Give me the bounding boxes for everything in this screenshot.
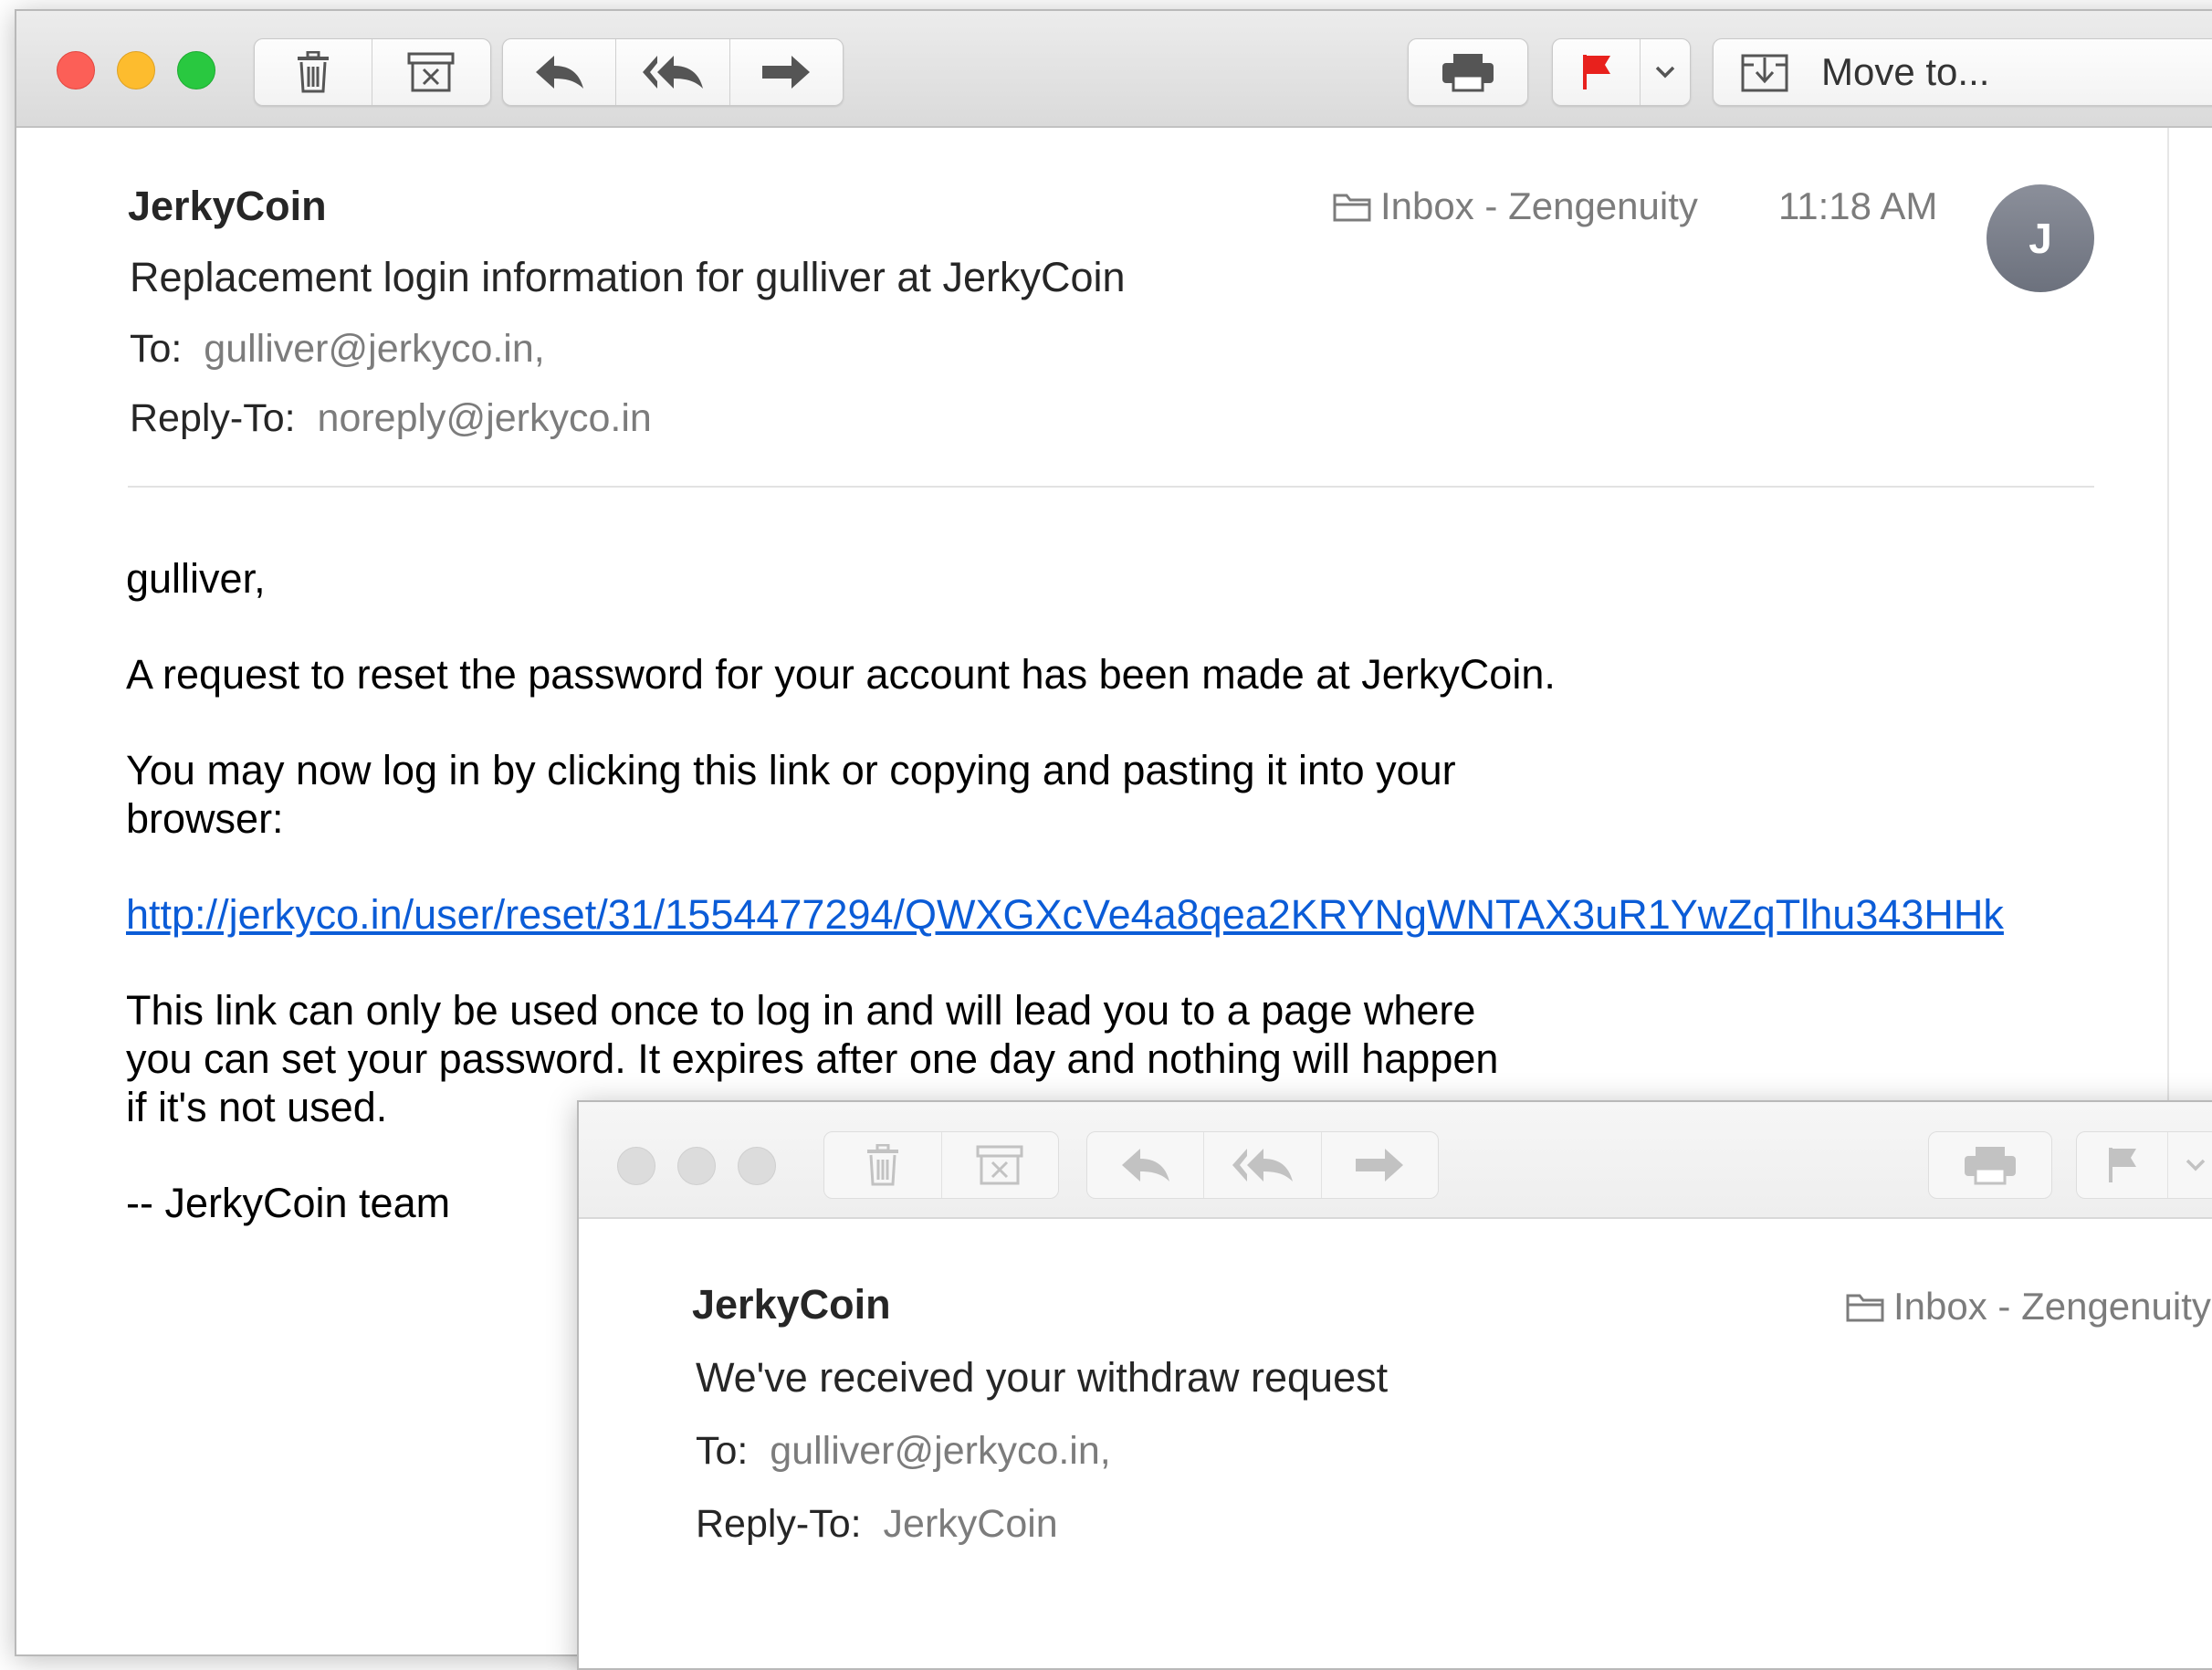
received-time: 11:18 AM xyxy=(1778,184,1938,227)
to-address[interactable]: gulliver@jerkyco.in, xyxy=(204,327,544,371)
reply-all-icon xyxy=(1232,1149,1293,1182)
delete-archive-group xyxy=(254,38,491,106)
toolbar xyxy=(579,1102,2212,1219)
printer-icon xyxy=(1442,54,1494,92)
delete-button[interactable] xyxy=(255,39,372,105)
toolbar: Move to... xyxy=(16,11,2212,128)
mailbox-indicator: Inbox - Zengenuity xyxy=(1846,1285,2211,1329)
delete-archive-group xyxy=(823,1131,1059,1199)
flag-icon xyxy=(2108,1148,2136,1182)
move-to-group: Move to... xyxy=(1713,38,2212,106)
reply-group xyxy=(502,38,844,106)
move-to-label: Move to... xyxy=(1821,50,1990,93)
to-address[interactable]: gulliver@jerkyco.in, xyxy=(770,1429,1110,1473)
forward-button[interactable] xyxy=(730,39,843,105)
forward-button[interactable] xyxy=(1322,1132,1438,1198)
trash-icon xyxy=(866,1144,898,1186)
reply-all-button[interactable] xyxy=(1204,1132,1322,1198)
to-label: To: xyxy=(696,1429,749,1473)
reply-all-icon xyxy=(642,56,703,89)
to-line: To: gulliver@jerkyco.in, xyxy=(130,327,545,372)
reply-button[interactable] xyxy=(1087,1132,1205,1198)
chevron-down-icon xyxy=(2186,1159,2206,1171)
flag-group xyxy=(2076,1131,2212,1199)
password-reset-link[interactable]: http://jerkyco.in/user/reset/31/15544772… xyxy=(126,891,2004,938)
archive-button[interactable] xyxy=(372,39,491,105)
reply-to-label: Reply-To: xyxy=(696,1502,862,1546)
print-group xyxy=(1928,1131,2052,1199)
reply-to-line: Reply-To: noreply@jerkyco.in xyxy=(130,396,652,441)
forward-icon xyxy=(762,56,811,89)
reply-to-line: Reply-To: JerkyCoin xyxy=(696,1502,1058,1547)
delete-button[interactable] xyxy=(824,1132,942,1198)
body-paragraph-2-line-2: browser: xyxy=(126,795,284,842)
flag-button[interactable] xyxy=(1553,39,1641,105)
flag-dropdown-button[interactable] xyxy=(1641,39,1690,105)
chevron-down-icon xyxy=(1655,66,1675,79)
forward-icon xyxy=(1356,1149,1404,1182)
subject: Replacement login information for gulliv… xyxy=(130,254,1126,300)
sender-name: JerkyCoin xyxy=(128,183,327,229)
folder-icon xyxy=(1333,194,1371,222)
folder-icon xyxy=(1846,1294,1884,1322)
flag-group xyxy=(1552,38,1691,106)
flag-button[interactable] xyxy=(2077,1132,2169,1198)
close-window-button[interactable] xyxy=(617,1147,655,1185)
minimize-window-button[interactable] xyxy=(677,1147,716,1185)
archive-icon xyxy=(976,1145,1023,1185)
body-paragraph-3-line-2: you can set your password. It expires af… xyxy=(126,1035,1499,1082)
flag-dropdown-button[interactable] xyxy=(2168,1132,2212,1198)
reply-to-address[interactable]: noreply@jerkyco.in xyxy=(318,396,652,440)
body-paragraph-1: A request to reset the password for your… xyxy=(126,651,1556,698)
print-group xyxy=(1408,38,1528,106)
avatar: J xyxy=(1987,184,2094,292)
archive-button[interactable] xyxy=(942,1132,1059,1198)
mailbox-label: Inbox - Zengenuity xyxy=(1380,184,1698,227)
archive-icon xyxy=(407,52,455,92)
close-window-button[interactable] xyxy=(57,51,95,89)
mailbox-label: Inbox - Zengenuity xyxy=(1893,1285,2211,1328)
subject: We've received your withdraw request xyxy=(696,1354,1389,1401)
to-line: To: gulliver@jerkyco.in, xyxy=(696,1429,1111,1474)
reply-all-button[interactable] xyxy=(616,39,730,105)
reply-group xyxy=(1086,1131,1439,1199)
move-to-mailbox-icon xyxy=(1741,54,1788,92)
header-divider xyxy=(128,486,2094,488)
reply-to-label: Reply-To: xyxy=(130,396,296,440)
zoom-window-button[interactable] xyxy=(738,1147,776,1185)
body-paragraph-2-line-1: You may now log in by clicking this link… xyxy=(126,747,1456,793)
reply-button[interactable] xyxy=(503,39,617,105)
body-paragraph-3-line-1: This link can only be used once to log i… xyxy=(126,987,1476,1034)
body-greeting: gulliver, xyxy=(126,555,266,602)
mailbox-indicator: Inbox - Zengenuity xyxy=(1333,184,1698,228)
reply-icon xyxy=(1121,1149,1169,1182)
print-button[interactable] xyxy=(1929,1132,2051,1198)
move-to-button[interactable]: Move to... xyxy=(1714,39,2212,105)
printer-icon xyxy=(1965,1147,2016,1185)
sender-name: JerkyCoin xyxy=(692,1281,891,1328)
to-label: To: xyxy=(130,327,183,371)
print-button[interactable] xyxy=(1409,39,1527,105)
trash-icon xyxy=(297,51,329,93)
mail-message-window-2: JerkyCoin We've received your withdraw r… xyxy=(577,1100,2212,1670)
reply-to-address[interactable]: JerkyCoin xyxy=(884,1502,1058,1546)
zoom-window-button[interactable] xyxy=(177,51,215,89)
flag-icon xyxy=(1582,55,1610,89)
minimize-window-button[interactable] xyxy=(117,51,155,89)
reply-icon xyxy=(535,56,583,89)
